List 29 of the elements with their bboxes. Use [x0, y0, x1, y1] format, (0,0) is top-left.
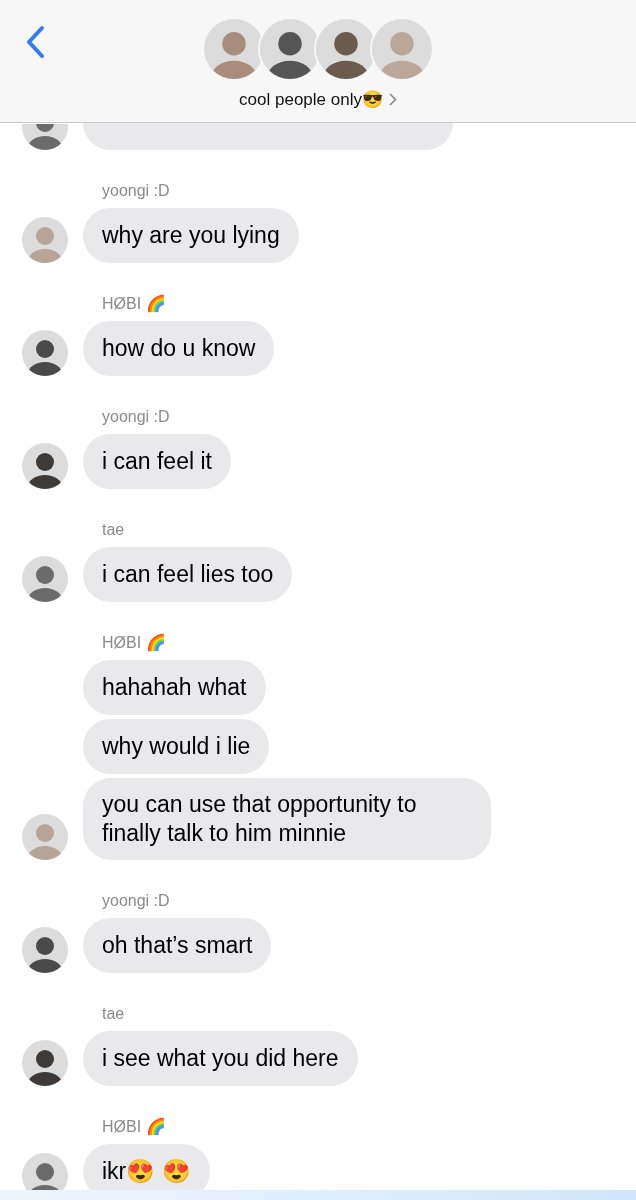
sender-name: HØBI 🌈: [102, 294, 166, 314]
message-bubble: i see what you did here: [83, 1031, 358, 1086]
message-bubble: how do u know: [83, 321, 275, 376]
avatar-icon: [22, 330, 68, 376]
sender-name: tae: [102, 1004, 125, 1024]
avatar-icon: [22, 556, 68, 602]
sender-name: yoongi :D: [102, 407, 170, 427]
sender-name: yoongi :D: [102, 891, 170, 911]
avatar-icon: [22, 443, 68, 489]
sender-name: HØBI 🌈: [102, 1117, 166, 1137]
message-bubble: you can use that opportunity to finally talk to him minnie: [83, 778, 491, 860]
avatar-icon: [372, 19, 432, 79]
message-bubble: why are you lying: [83, 208, 299, 263]
message-bubble: hahahah what: [83, 660, 266, 715]
chevron-icon[interactable]: [388, 93, 397, 106]
avatar-icon: [22, 1040, 68, 1086]
avatar-icon: [22, 217, 68, 263]
message-bubble: i can feel lies too: [83, 547, 293, 602]
group-title[interactable]: cool people only😎: [239, 89, 383, 110]
sender-name: yoongi :D: [102, 181, 170, 201]
avatar-icon: [22, 124, 68, 150]
message-bubble: why would i lie: [83, 719, 270, 774]
sender-name: tae: [102, 520, 125, 540]
avatar-icon: [22, 814, 68, 860]
message-bubble: oh that’s smart: [83, 918, 272, 973]
back-icon[interactable]: [24, 25, 46, 59]
message-bubble: i can feel it: [83, 434, 231, 489]
avatar-icon: [22, 927, 68, 973]
sender-name: HØBI 🌈: [102, 633, 166, 653]
